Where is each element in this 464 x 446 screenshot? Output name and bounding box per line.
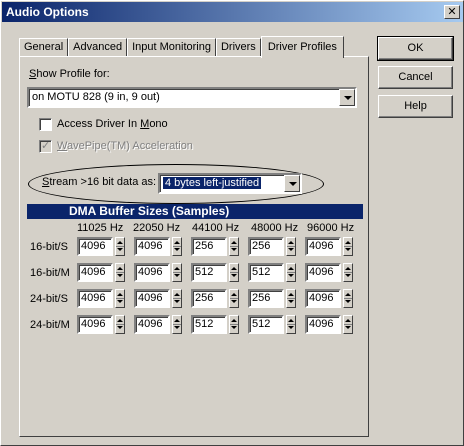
col-header: 96000 Hz <box>307 222 355 234</box>
show-profile-label: Show Profile for: <box>29 68 110 80</box>
spinner-icon[interactable] <box>172 315 182 334</box>
mono-label: Access Driver In Mono <box>57 118 168 130</box>
buffer-input[interactable]: 4096 <box>134 237 170 256</box>
spinner-icon[interactable] <box>115 237 125 256</box>
stream-format-select[interactable]: 4 bytes left-justified <box>158 173 302 194</box>
spinner-icon[interactable] <box>229 263 239 282</box>
buffer-input[interactable]: 256 <box>191 237 227 256</box>
help-button[interactable]: Help <box>378 95 453 118</box>
spinner-icon[interactable] <box>172 263 182 282</box>
buffer-input[interactable]: 512 <box>248 263 284 282</box>
buffer-input[interactable]: 4096 <box>134 315 170 334</box>
tab-general[interactable]: General <box>19 38 69 57</box>
chevron-down-icon[interactable] <box>284 175 300 192</box>
window-title: Audio Options <box>6 5 89 19</box>
spinner-icon[interactable] <box>286 237 296 256</box>
tab-drivers[interactable]: Drivers <box>215 38 261 57</box>
spinner-icon[interactable] <box>286 315 296 334</box>
profile-select[interactable]: on MOTU 828 (9 in, 9 out) <box>27 87 357 108</box>
buffer-input[interactable]: 512 <box>191 263 227 282</box>
buffer-input[interactable]: 256 <box>248 237 284 256</box>
tab-strip: General Advanced Input Monitoring Driver… <box>19 36 344 58</box>
col-header: 11025 Hz <box>77 222 124 234</box>
buffer-input[interactable]: 4096 <box>305 263 341 282</box>
buffer-input[interactable]: 4096 <box>305 237 341 256</box>
spinner-icon[interactable] <box>172 289 182 308</box>
col-header: 44100 Hz <box>192 222 240 234</box>
spinner-icon[interactable] <box>229 315 239 334</box>
chevron-down-icon[interactable] <box>339 89 355 106</box>
close-icon: ✕ <box>447 5 457 18</box>
buffer-input[interactable]: 512 <box>248 315 284 334</box>
buffer-input[interactable]: 4096 <box>77 315 113 334</box>
audio-options-dialog: Audio Options ✕ General Advanced Input M… <box>0 0 464 446</box>
spinner-icon[interactable] <box>115 289 125 308</box>
buffer-input[interactable]: 4096 <box>134 289 170 308</box>
wavepipe-checkbox[interactable] <box>39 139 52 153</box>
spinner-icon[interactable] <box>172 237 182 256</box>
buffer-input[interactable]: 4096 <box>305 315 341 334</box>
stream-format-value: 4 bytes left-justified <box>163 177 262 189</box>
row-label-24-bit-s: 24-bit/S <box>30 293 68 305</box>
row-label-16-bit-s: 16-bit/S <box>30 241 68 253</box>
cancel-button[interactable]: Cancel <box>378 66 453 89</box>
ok-button[interactable]: OK <box>377 36 454 61</box>
tab-input-monitoring[interactable]: Input Monitoring <box>127 38 216 57</box>
spinner-icon[interactable] <box>115 315 125 334</box>
row-label-16-bit-m: 16-bit/M <box>30 267 70 279</box>
tab-driver-profiles[interactable]: Driver Profiles <box>260 36 344 58</box>
spinner-icon[interactable] <box>286 289 296 308</box>
buffer-input[interactable]: 4096 <box>305 289 341 308</box>
title-bar: Audio Options ✕ <box>2 2 463 22</box>
buffer-input[interactable]: 4096 <box>77 237 113 256</box>
spinner-icon[interactable] <box>343 289 353 308</box>
tab-advanced[interactable]: Advanced <box>68 38 128 57</box>
buffer-input[interactable]: 512 <box>191 315 227 334</box>
profile-value: on MOTU 828 (9 in, 9 out) <box>32 91 160 103</box>
wavepipe-label: WavePipe(TM) Acceleration <box>57 140 193 152</box>
spinner-icon[interactable] <box>286 263 296 282</box>
row-label-24-bit-m: 24-bit/M <box>30 319 70 331</box>
buffer-input[interactable]: 256 <box>191 289 227 308</box>
spinner-icon[interactable] <box>229 237 239 256</box>
close-button[interactable]: ✕ <box>444 5 460 19</box>
col-header: 22050 Hz <box>133 222 181 234</box>
col-header: 48000 Hz <box>251 222 299 234</box>
spinner-icon[interactable] <box>343 263 353 282</box>
spinner-icon[interactable] <box>343 237 353 256</box>
spinner-icon[interactable] <box>115 263 125 282</box>
buffer-input[interactable]: 4096 <box>134 263 170 282</box>
stream-label: Stream >16 bit data as: <box>42 176 157 188</box>
spinner-icon[interactable] <box>229 289 239 308</box>
spinner-icon[interactable] <box>343 315 353 334</box>
buffer-input[interactable]: 256 <box>248 289 284 308</box>
mono-checkbox[interactable] <box>39 118 52 131</box>
buffer-input[interactable]: 4096 <box>77 263 113 282</box>
buffer-input[interactable]: 4096 <box>77 289 113 308</box>
dma-buffer-header: DMA Buffer Sizes (Samples) <box>27 204 363 219</box>
